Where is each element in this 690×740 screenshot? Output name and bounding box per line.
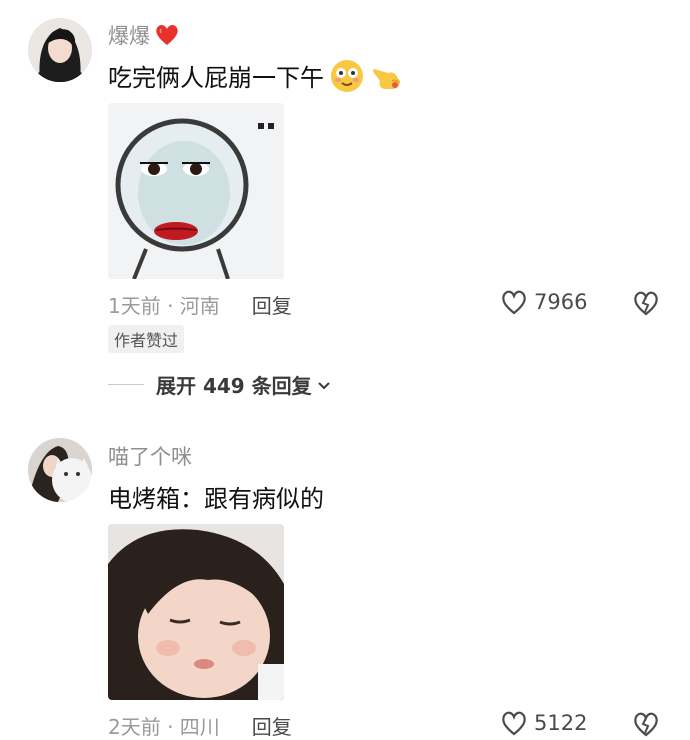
- username[interactable]: 喵了个咪: [108, 441, 192, 471]
- avatar[interactable]: [28, 438, 92, 502]
- like-count: 7966: [534, 290, 588, 314]
- username-text: 爆爆: [108, 24, 150, 48]
- baby-photo-image: [108, 524, 284, 700]
- divider-line: [108, 384, 144, 385]
- chevron-down-icon: [317, 381, 330, 389]
- comment-text: 吃完俩人屁崩一下午: [108, 58, 404, 93]
- pointing-hand-icon: [373, 68, 400, 89]
- time-location: 2天前 · 四川: [108, 715, 220, 739]
- heart-outline-icon: [502, 711, 526, 736]
- smiley-flushed-icon: [331, 59, 363, 92]
- broken-heart-icon: [634, 712, 658, 737]
- like-button[interactable]: 5122: [500, 710, 587, 736]
- username-text: 喵了个咪: [108, 445, 192, 469]
- username[interactable]: 爆爆: [108, 20, 180, 50]
- comment-meta: 2天前 · 四川 回复: [108, 711, 292, 740]
- comment-image[interactable]: [108, 524, 284, 700]
- comment-text-body: 吃完俩人屁崩一下午: [108, 64, 324, 92]
- time-location: 1天前 · 河南: [108, 294, 220, 318]
- avatar[interactable]: [28, 18, 92, 82]
- avatar-image: [28, 438, 92, 502]
- expand-replies-button[interactable]: 展开 449 条回复: [108, 370, 332, 399]
- comment-image[interactable]: [108, 103, 284, 279]
- reply-button[interactable]: 回复: [252, 290, 292, 319]
- dislike-button[interactable]: [632, 289, 660, 317]
- like-button[interactable]: 7966: [500, 289, 587, 315]
- heart-outline-icon: [502, 290, 526, 315]
- reply-button[interactable]: 回复: [252, 711, 292, 740]
- comment-meta: 1天前 · 河南 回复: [108, 290, 292, 319]
- expand-replies-label: 展开 449 条回复: [156, 374, 312, 398]
- like-count: 5122: [534, 711, 588, 735]
- meme-face-image: [108, 103, 284, 279]
- avatar-image: [28, 18, 92, 82]
- comment-text-body: 电烤箱：跟有病似的: [108, 485, 324, 513]
- broken-heart-icon: [634, 291, 658, 316]
- red-heart-icon: [156, 25, 178, 45]
- author-liked-badge: 作者赞过: [108, 325, 185, 353]
- dislike-button[interactable]: [632, 710, 660, 738]
- comment-text: 电烤箱：跟有病似的: [108, 479, 324, 514]
